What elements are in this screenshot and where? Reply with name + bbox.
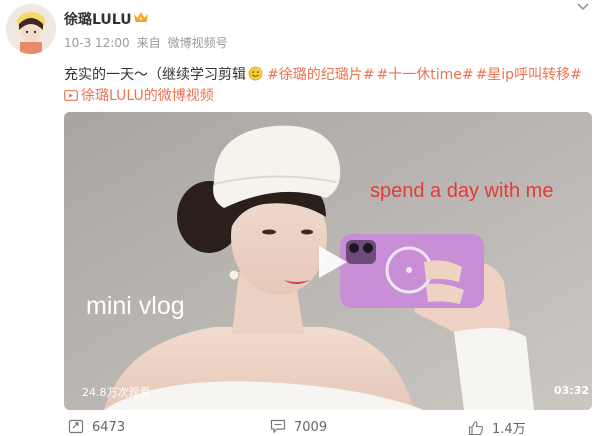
video-camera-icon [64, 90, 78, 101]
video-caption-top: spend a day with me [370, 180, 554, 202]
crown-icon [134, 12, 148, 22]
play-icon[interactable] [311, 242, 351, 282]
topic-tag[interactable]: #星ip呼叫转移# [476, 67, 582, 83]
view-count: 24.8万次观看 [82, 386, 151, 399]
repost-icon [68, 419, 84, 434]
like-button[interactable]: 1.4万 [468, 418, 526, 436]
post-source[interactable]: 微博视频号 [168, 36, 228, 50]
video-duration: 03:32 [554, 384, 590, 397]
post-text: 充实的一天～（继续学习剪辑 #徐璐的纪璐片# #十一休time# #星ip呼叫转移# [64, 64, 582, 84]
like-count: 1.4万 [492, 422, 526, 436]
topic-tag[interactable]: #十一休time# [376, 67, 473, 83]
repost-button[interactable]: 6473 [68, 418, 125, 435]
source-prefix: 来自 [136, 36, 161, 50]
weibo-post: 徐璐LULU 10-3 12:00 来自 微博视频号 充实的一天～（继续学习剪辑 #… [0, 0, 600, 436]
chevron-down-icon[interactable] [576, 2, 590, 12]
repost-count: 6473 [92, 420, 126, 435]
video-caption-left: mini vlog [86, 292, 185, 320]
avatar[interactable] [6, 4, 56, 54]
action-bar: 6473 7009 1.4万 [0, 418, 600, 436]
post-meta: 10-3 12:00 来自 微博视频号 [64, 34, 235, 51]
video-player[interactable]: spend a day with me mini vlog 24.8万次观看 0… [64, 112, 592, 410]
post-time[interactable]: 10-3 12:00 [64, 36, 130, 50]
topic-tag[interactable]: #徐璐的纪璐片# [267, 67, 374, 83]
video-link-label: 徐璐LULU的微博视频 [81, 88, 214, 104]
comment-count: 7009 [294, 420, 328, 435]
like-icon [468, 421, 484, 436]
username[interactable]: 徐璐LULU [64, 9, 132, 29]
video-source-link[interactable]: 徐璐LULU的微博视频 [64, 85, 214, 105]
comment-icon [270, 419, 286, 434]
post-text-plain: 充实的一天～（继续学习剪辑 [64, 67, 246, 83]
comment-button[interactable]: 7009 [270, 418, 327, 435]
smile-emoji-icon [248, 66, 263, 81]
